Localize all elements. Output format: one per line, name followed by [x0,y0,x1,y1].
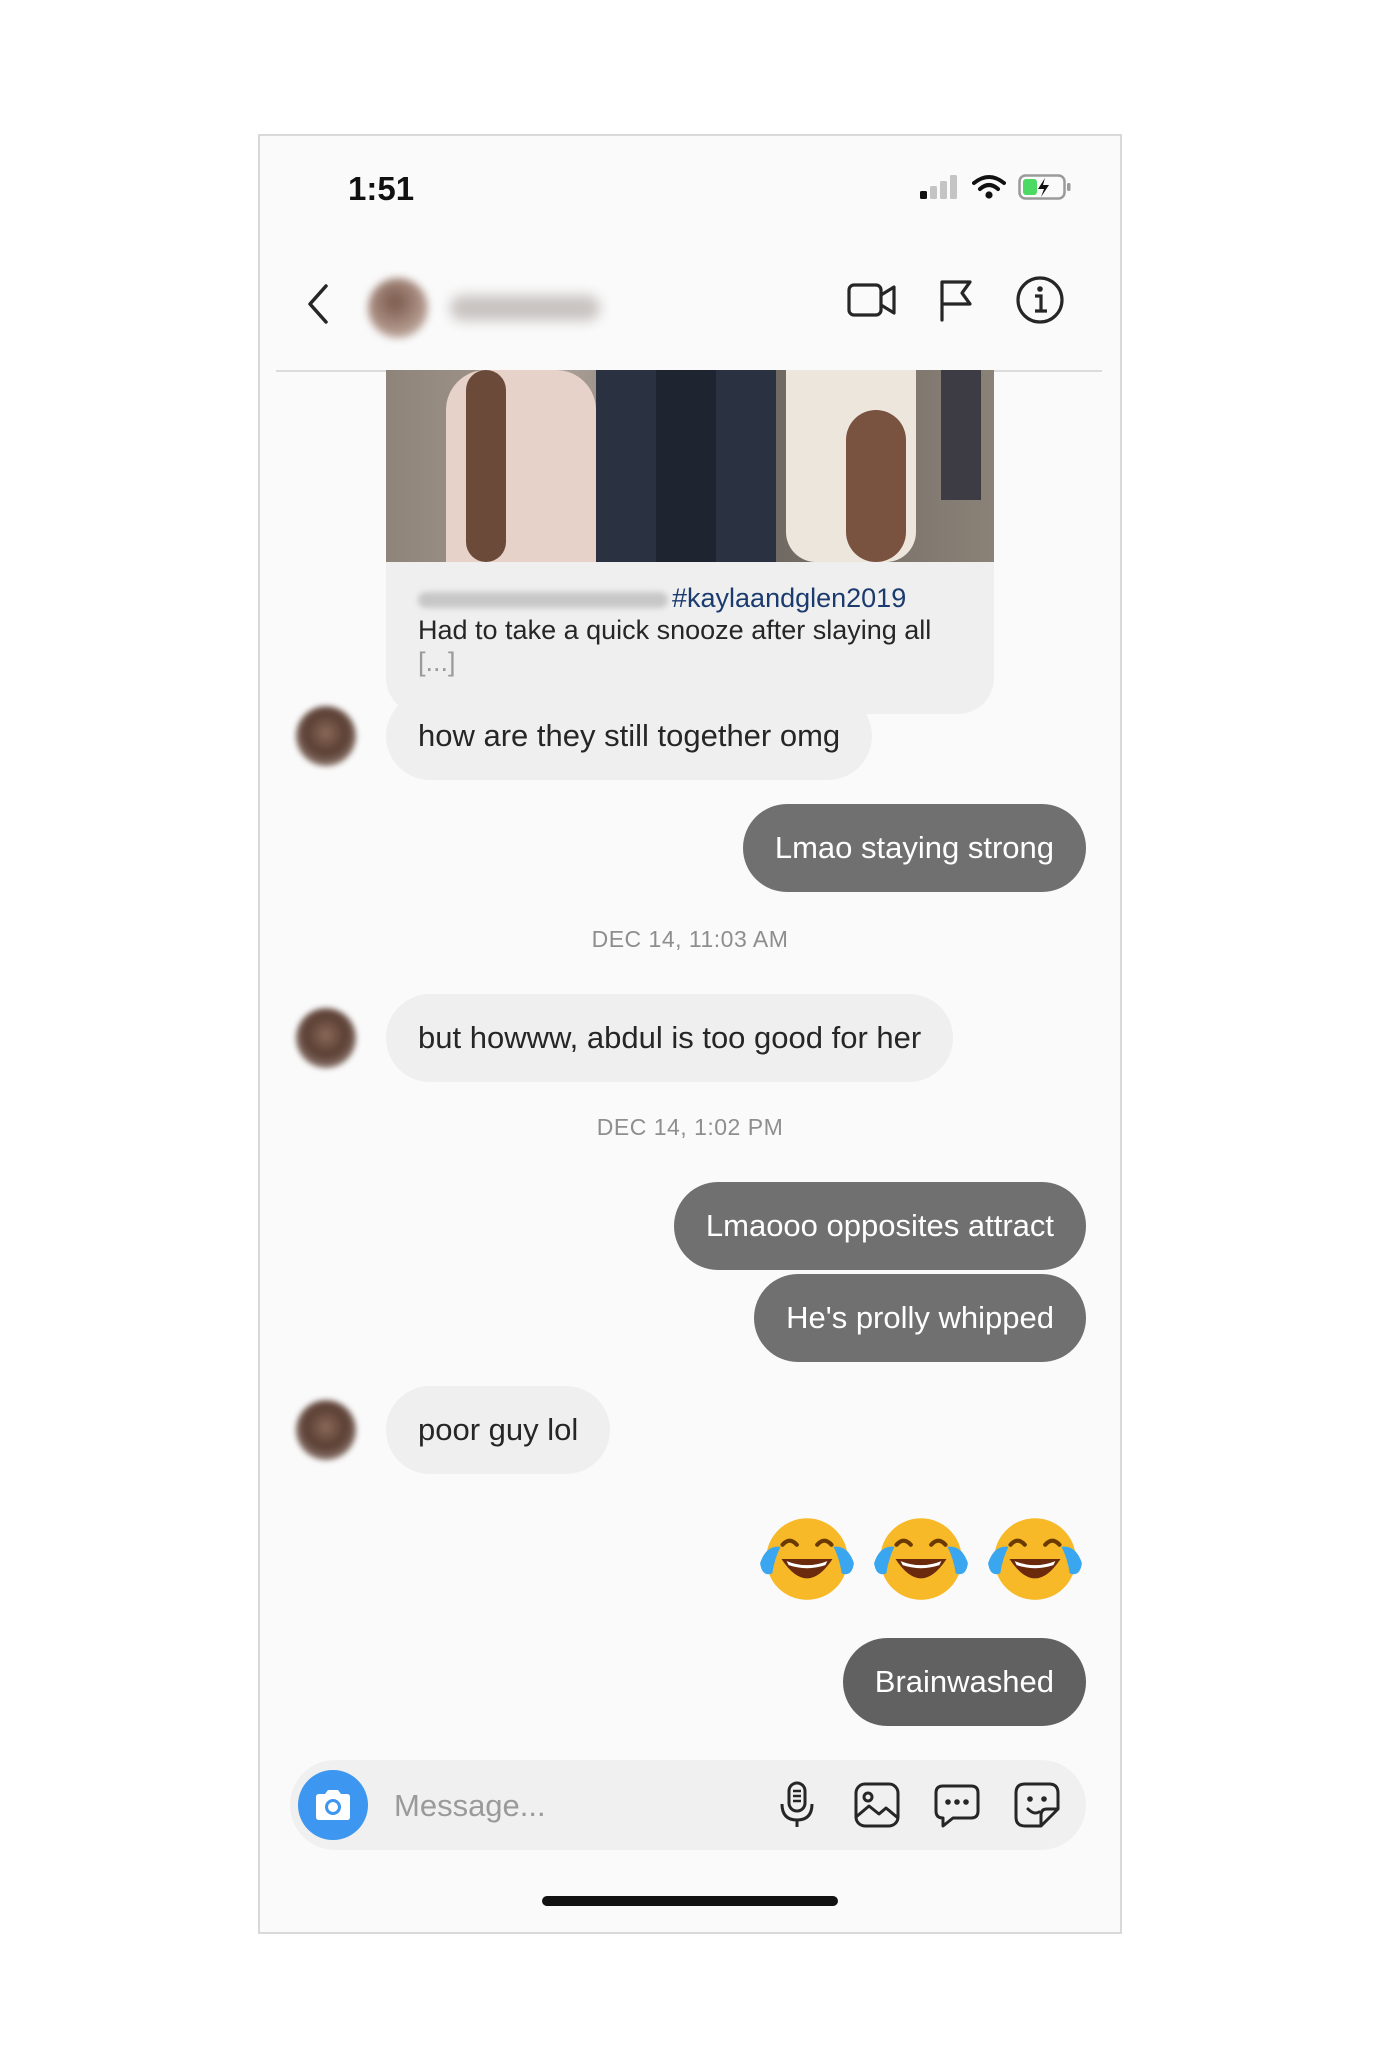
wifi-icon [972,175,1006,199]
voice-message-button[interactable] [770,1778,824,1832]
report-button[interactable] [930,274,982,326]
message-composer [290,1760,1086,1850]
emoji-message[interactable] [756,1506,1086,1608]
battery-charging-icon [1018,174,1071,200]
post-caption-text: Had to take a quick snooze after slaying… [418,615,932,645]
shared-post-card[interactable]: #kaylaandglen2019 Had to take a quick sn… [386,370,994,714]
outgoing-message[interactable]: Brainwashed [842,1638,1086,1726]
sticker-button[interactable] [1010,1778,1064,1832]
contact-avatar [368,278,428,338]
post-hashtag[interactable]: #kaylaandglen2019 [672,583,906,613]
sender-avatar[interactable] [296,706,356,766]
camera-icon [316,1790,350,1820]
header-actions [846,274,1066,326]
post-caption: #kaylaandglen2019 Had to take a quick sn… [386,562,994,678]
sender-avatar[interactable] [296,1008,356,1068]
phone-screen: 1:51 #kaylaandglen2019 Had to take a qui… [258,134,1122,1934]
outgoing-message[interactable]: He's prolly whipped [754,1274,1086,1362]
status-time: 1:51 [348,170,415,207]
incoming-message[interactable]: poor guy lol [386,1386,611,1474]
tears-of-joy-emoji-icon [760,1518,854,1600]
contact-info[interactable] [368,278,600,338]
sender-avatar[interactable] [296,1400,356,1460]
tears-of-joy-emoji-icon [874,1518,968,1600]
home-indicator[interactable] [542,1896,838,1906]
contact-name [450,295,600,321]
video-call-icon [847,283,896,317]
message-input[interactable] [392,1780,756,1832]
gallery-icon [854,1782,900,1828]
sticker-icon [1014,1782,1060,1828]
video-call-button[interactable] [846,274,898,326]
incoming-message[interactable]: but howww, abdul is too good for her [386,994,954,1082]
message-timestamp: DEC 14, 1:02 PM [596,1114,784,1140]
outgoing-message[interactable]: Lmao staying strong [742,804,1086,892]
chat-header [276,236,1102,372]
quick-reply-button[interactable] [930,1778,984,1832]
info-button[interactable] [1014,274,1066,326]
back-icon[interactable] [304,282,334,326]
signal-icon [920,175,957,199]
status-icons [920,174,1072,200]
flag-icon [940,280,972,322]
tears-of-joy-emoji-icon [988,1518,1082,1600]
microphone-icon [780,1781,814,1827]
camera-button[interactable] [298,1770,368,1840]
composer-actions [770,1778,1064,1832]
status-bar: 1:51 [260,136,1120,236]
chat-bubble-icon [934,1784,980,1828]
incoming-message[interactable]: how are they still together omg [386,692,873,780]
gallery-button[interactable] [850,1778,904,1832]
post-photo [386,370,994,562]
outgoing-message[interactable]: Lmaooo opposites attract [673,1182,1086,1270]
message-timestamp: DEC 14, 11:03 AM [591,926,789,952]
post-more[interactable]: [...] [418,647,456,677]
post-username [418,591,668,608]
info-icon [1016,276,1064,324]
